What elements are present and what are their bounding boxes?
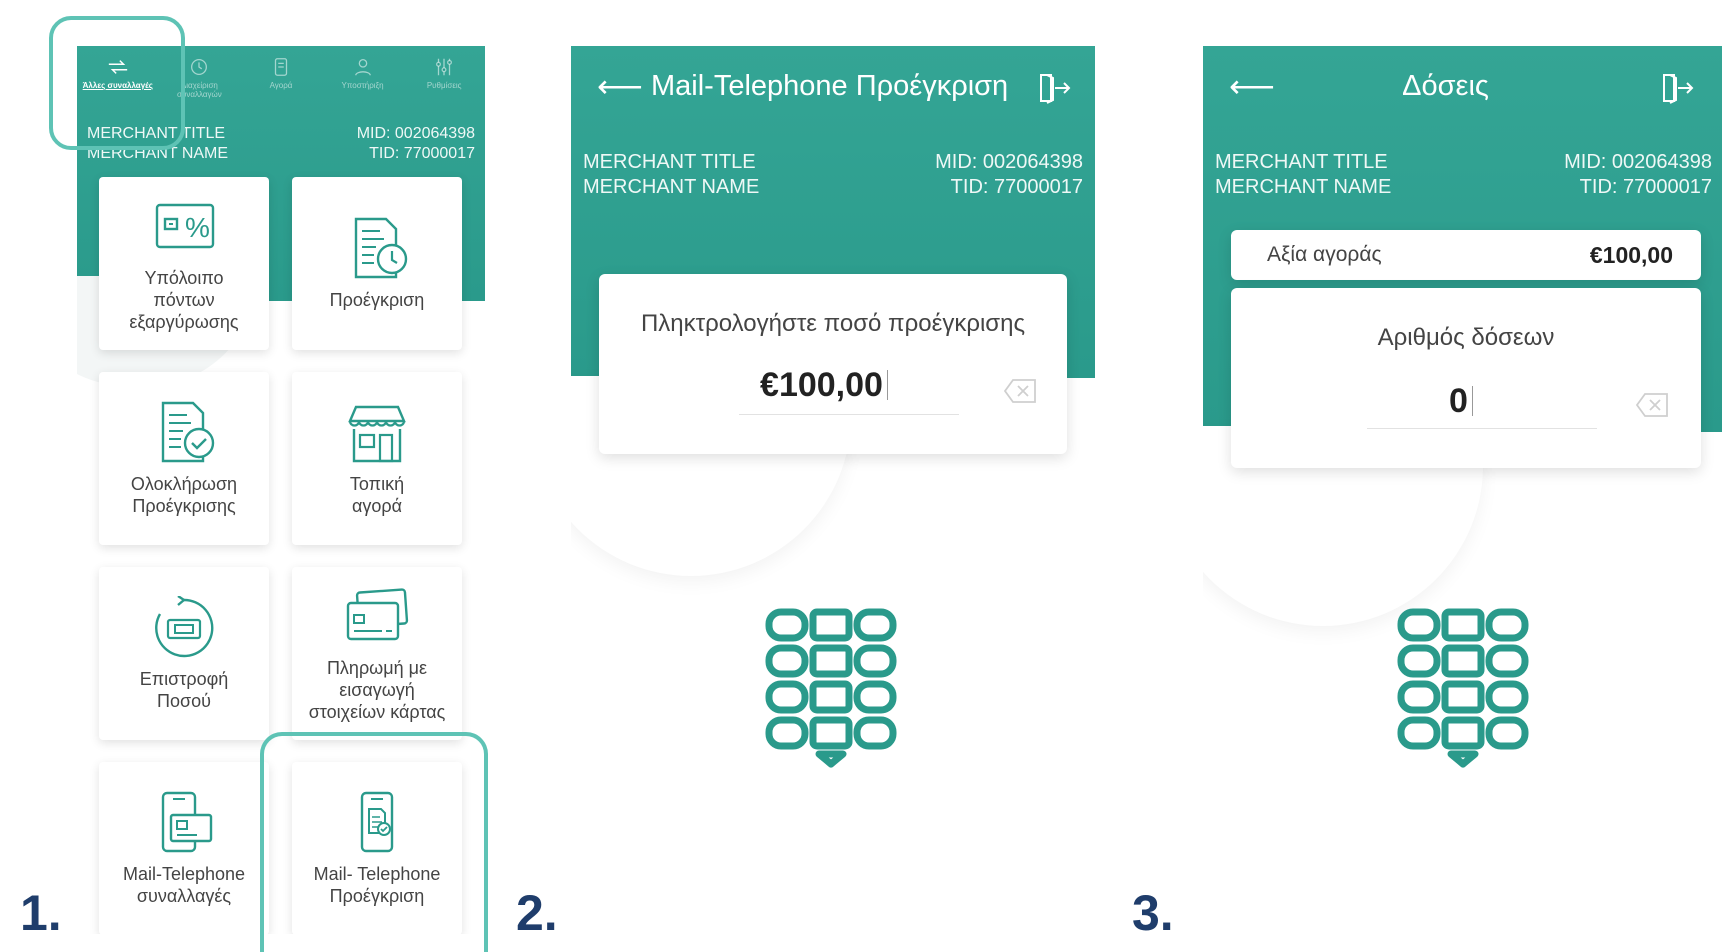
tile-label: Mail- Telephone Προέγκριση xyxy=(313,863,441,906)
tile-mail-telephone[interactable]: Mail-Telephone συναλλαγές xyxy=(99,762,269,934)
mid: MID: 002064398 xyxy=(1564,151,1712,173)
installments-input[interactable]: 0 xyxy=(1391,382,1531,421)
tid: TID: 77000017 xyxy=(1579,176,1712,198)
merchant-info: MERCHANT TITLE MERCHANT NAME xyxy=(583,150,759,200)
tid: TID: 77000017 xyxy=(369,145,475,162)
preauthorization-complete-icon xyxy=(161,401,215,462)
refund-icon xyxy=(155,595,214,657)
tile-label: Mail-Telephone συναλλαγές xyxy=(122,863,246,906)
nav-settings[interactable]: Ρυθμίσεις xyxy=(403,46,485,112)
terminal-ids: MID: 002064398 TID: 77000017 xyxy=(1564,150,1712,200)
merchant-name: MERCHANT NAME xyxy=(87,145,229,162)
merchant-info: MERCHANT TITLE MERCHANT NAME xyxy=(1215,150,1391,200)
keypad-icon[interactable] xyxy=(763,606,903,776)
mid: MID: 002064398 xyxy=(935,151,1083,173)
points-balance-icon: % xyxy=(155,203,215,248)
tile-label: Προέγκριση xyxy=(329,289,425,310)
merchant-info: MERCHANT TITLE MERCHANT NAME xyxy=(87,124,228,164)
card-entry-icon xyxy=(346,587,409,640)
mail-telephone-icon xyxy=(161,791,213,852)
amount-card: Πληκτρολογήστε ποσό προέγκρισης €100,00 xyxy=(599,274,1067,454)
installments-card: Αριθμός δόσεων 0 xyxy=(1231,288,1701,468)
backspace-icon[interactable] xyxy=(1003,378,1037,404)
settings-icon xyxy=(436,58,453,76)
tile-preauthorization-complete[interactable]: Ολοκλήρωση Προέγκρισης xyxy=(99,372,269,545)
amount-input[interactable]: €100,00 xyxy=(709,366,939,405)
tid: TID: 77000017 xyxy=(950,176,1083,198)
keypad-icon[interactable] xyxy=(1395,606,1535,776)
manage-icon xyxy=(191,59,208,75)
merchant-title: MERCHANT TITLE xyxy=(87,125,226,142)
merchant-name: MERCHANT NAME xyxy=(1215,176,1392,198)
tile-label: Υπόλοιπο πόντων εξαργύρωσης xyxy=(129,267,239,332)
nav-label: Υποστήριξη xyxy=(341,81,384,90)
amount-underline xyxy=(739,414,959,415)
tile-points-balance[interactable]: % Υπόλοιπο πόντων εξαργύρωσης xyxy=(99,177,269,350)
svg-text:%: % xyxy=(185,212,210,243)
nav-manage-transactions[interactable]: Διαχείριση συναλλαγών xyxy=(159,46,241,112)
tile-label: Επιστροφή Ποσού xyxy=(139,668,229,711)
nav-label: Άλλες συναλλαγές xyxy=(82,81,153,90)
tile-card-entry[interactable]: Πληρωμή με εισαγωγή στοιχείων κάρτας xyxy=(292,567,462,740)
amount-prompt: Πληκτρολογήστε ποσό προέγκρισης xyxy=(640,310,1026,337)
tile-label: Πληρωμή με εισαγωγή στοιχείων κάρτας xyxy=(308,657,446,722)
step-number-2: 2. xyxy=(516,885,558,941)
installments-underline xyxy=(1367,428,1597,429)
screen-other-transactions: Άλλες συναλλαγές Διαχείριση συναλλαγών Α… xyxy=(77,46,485,934)
tile-label: Ολοκλήρωση Προέγκρισης xyxy=(130,473,238,516)
terminal-ids: MID: 002064398 TID: 77000017 xyxy=(357,124,475,164)
exit-icon[interactable] xyxy=(1037,72,1071,104)
back-arrow-icon[interactable]: ⟵ xyxy=(597,68,643,104)
mail-telephone-preauth-icon xyxy=(360,791,394,852)
tile-refund[interactable]: Επιστροφή Ποσού xyxy=(99,567,269,740)
merchant-title: MERCHANT TITLE xyxy=(1215,151,1388,173)
transfer-icon xyxy=(108,60,127,74)
preauthorization-icon xyxy=(354,217,408,278)
purchase-label: Αξία αγοράς xyxy=(1267,243,1382,266)
step-number-1: 1. xyxy=(20,885,62,941)
tile-mail-telephone-preauth[interactable]: Mail- Telephone Προέγκριση xyxy=(292,762,462,934)
purchase-value: €100,00 xyxy=(1589,242,1673,268)
screen-installments: ⟵ Δόσεις MERCHANT TITLE MERCHANT NAME MI… xyxy=(1203,46,1722,934)
nav-support[interactable]: Υποστήριξη xyxy=(322,46,404,112)
support-icon xyxy=(354,59,371,76)
nav-purchase[interactable]: Αγορά xyxy=(240,46,322,112)
nav-other-transactions[interactable]: Άλλες συναλλαγές xyxy=(77,46,159,112)
screen-mail-telephone-preauth: ⟵ Mail-Telephone Προέγκριση MERCHANT TIT… xyxy=(571,46,1095,934)
tile-local-store[interactable]: Τοπική αγορά xyxy=(292,372,462,545)
purchase-icon xyxy=(274,58,288,76)
tile-label: Τοπική αγορά xyxy=(349,473,405,516)
backspace-icon[interactable] xyxy=(1635,392,1669,418)
purchase-value-row: Αξία αγοράς €100,00 xyxy=(1231,230,1701,280)
top-navigation: Άλλες συναλλαγές Διαχείριση συναλλαγών Α… xyxy=(77,46,485,112)
merchant-title: MERCHANT TITLE xyxy=(583,151,756,173)
page-title: Mail-Telephone Προέγκριση xyxy=(651,70,1009,102)
mid: MID: 002064398 xyxy=(356,125,475,142)
step-number-3: 3. xyxy=(1132,885,1174,941)
installments-label: Αριθμός δόσεων xyxy=(1377,324,1555,351)
merchant-name: MERCHANT NAME xyxy=(583,176,760,198)
nav-label: Αγορά xyxy=(269,81,293,90)
exit-icon[interactable] xyxy=(1660,72,1694,104)
page-title: Δόσεις xyxy=(1402,70,1489,102)
tile-preauthorization[interactable]: Προέγκριση xyxy=(292,177,462,350)
terminal-ids: MID: 002064398 TID: 77000017 xyxy=(935,150,1083,200)
local-store-icon xyxy=(348,405,406,462)
nav-label: Διαχείριση συναλλαγών xyxy=(177,81,222,99)
nav-label: Ρυθμίσεις xyxy=(426,81,462,90)
